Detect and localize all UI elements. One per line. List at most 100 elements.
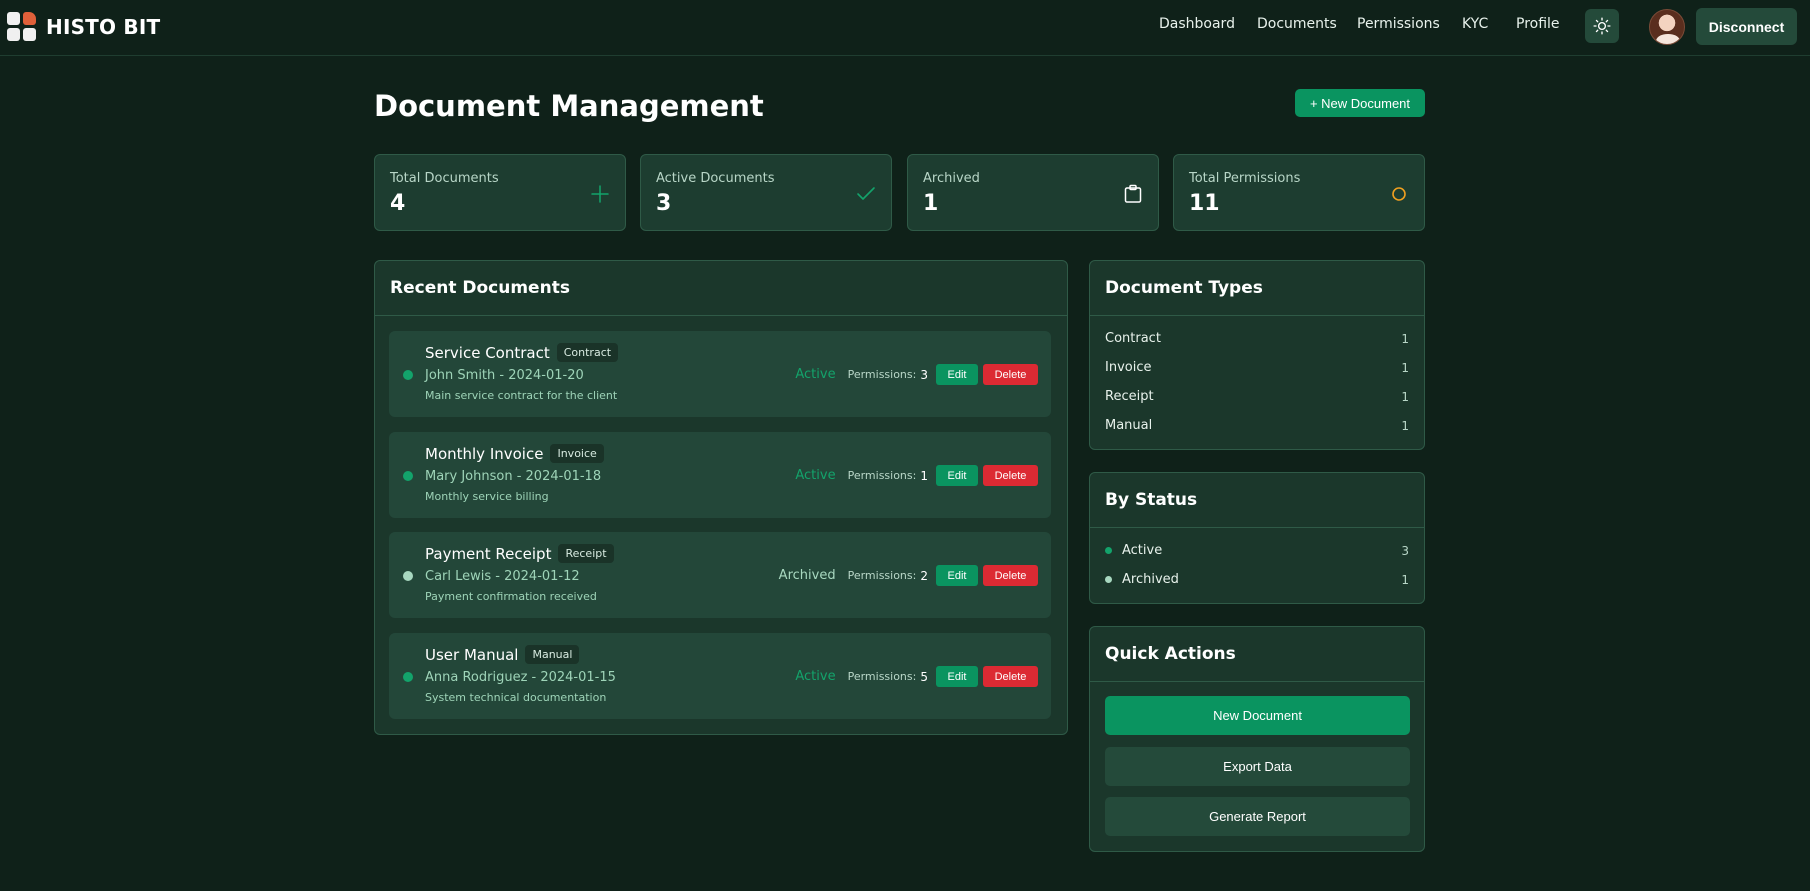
list-item: Active 3 [1105, 543, 1409, 558]
type-label: Invoice [1105, 360, 1152, 375]
stat-value: 11 [1189, 191, 1220, 216]
nav-dashboard[interactable]: Dashboard [1159, 16, 1235, 32]
circle-icon [1388, 183, 1410, 205]
logo-icon [7, 12, 37, 42]
list-item: Receipt 1 [1105, 389, 1409, 404]
stat-active-documents: Active Documents 3 [640, 154, 892, 231]
edit-button[interactable]: Edit [936, 565, 978, 586]
status-label: Active [795, 669, 836, 684]
type-label: Manual [1105, 418, 1153, 433]
status-label: Active [795, 468, 836, 483]
top-navbar: HISTO BIT Dashboard Documents Permission… [0, 0, 1810, 56]
delete-button[interactable]: Delete [983, 565, 1038, 586]
permissions-label: Permissions: [847, 368, 917, 381]
generate-report-button[interactable]: Generate Report [1105, 797, 1410, 836]
theme-toggle-button[interactable] [1585, 9, 1619, 43]
panel-title: Recent Documents [375, 261, 1067, 316]
document-meta: Anna Rodriguez - 2024-01-15 [425, 670, 616, 685]
status-label: Active [1122, 543, 1163, 558]
stat-value: 1 [923, 191, 939, 216]
status-count: 3 [1401, 543, 1409, 558]
document-type-tag: Contract [556, 343, 619, 362]
edit-button[interactable]: Edit [936, 666, 978, 687]
document-description: Main service contract for the client [425, 389, 618, 402]
type-count: 1 [1401, 389, 1409, 404]
page-title: Document Management [374, 89, 764, 123]
permissions-label: Permissions: [847, 670, 917, 683]
nav-profile[interactable]: Profile [1516, 16, 1560, 32]
stat-label: Active Documents [656, 171, 775, 186]
document-types-panel: Document Types Contract 1 Invoice 1 Rece… [1089, 260, 1425, 450]
stat-label: Total Documents [390, 171, 499, 186]
document-description: System technical documentation [425, 691, 607, 704]
app-name: HISTO BIT [46, 15, 161, 39]
document-item[interactable]: User Manual Manual Anna Rodriguez - 2024… [389, 633, 1051, 719]
list-item: Contract 1 [1105, 331, 1409, 346]
status-dot [1105, 576, 1112, 583]
permissions-count: 2 [920, 568, 928, 583]
document-meta: Mary Johnson - 2024-01-18 [425, 469, 602, 484]
by-status-panel: By Status Active 3 Archived 1 [1089, 472, 1425, 604]
nav-kyc[interactable]: KYC [1462, 16, 1488, 32]
document-item[interactable]: Monthly Invoice Invoice Mary Johnson - 2… [389, 432, 1051, 518]
permissions-count: 1 [920, 468, 928, 483]
quick-new-document-button[interactable]: New Document [1105, 696, 1410, 735]
permissions-count: 5 [920, 669, 928, 684]
stat-total-permissions: Total Permissions 11 [1173, 154, 1425, 231]
document-title: User Manual [425, 645, 519, 664]
panel-title: Quick Actions [1090, 627, 1424, 682]
permissions-count: 3 [920, 367, 928, 382]
export-data-button[interactable]: Export Data [1105, 747, 1410, 786]
permissions-label: Permissions: [847, 469, 917, 482]
stat-value: 3 [656, 191, 672, 216]
document-item[interactable]: Service Contract Contract John Smith - 2… [389, 331, 1051, 417]
type-label: Receipt [1105, 389, 1154, 404]
list-item: Archived 1 [1105, 572, 1409, 587]
avatar[interactable] [1649, 9, 1685, 45]
sun-icon [1593, 17, 1611, 35]
status-label: Archived [1122, 572, 1179, 587]
stat-archived: Archived 1 [907, 154, 1159, 231]
status-dot [403, 571, 413, 581]
delete-button[interactable]: Delete [983, 465, 1038, 486]
type-count: 1 [1401, 360, 1409, 375]
status-dot [403, 370, 413, 380]
stat-value: 4 [390, 191, 406, 216]
status-dot [403, 672, 413, 682]
document-type-tag: Invoice [550, 444, 604, 463]
document-title: Monthly Invoice [425, 444, 544, 463]
status-label: Archived [778, 568, 836, 583]
document-meta: Carl Lewis - 2024-01-12 [425, 569, 580, 584]
document-description: Monthly service billing [425, 490, 549, 503]
stat-total-documents: Total Documents 4 [374, 154, 626, 231]
delete-button[interactable]: Delete [983, 666, 1038, 687]
status-count: 1 [1401, 572, 1409, 587]
stat-label: Archived [923, 171, 980, 186]
status-label: Active [795, 367, 836, 382]
check-icon [855, 183, 877, 205]
nav-documents[interactable]: Documents [1257, 16, 1337, 32]
stat-label: Total Permissions [1189, 171, 1301, 186]
list-item: Manual 1 [1105, 418, 1409, 433]
recent-documents-panel: Recent Documents Service Contract Contra… [374, 260, 1068, 735]
document-type-tag: Receipt [558, 544, 614, 563]
logo[interactable]: HISTO BIT [7, 12, 160, 42]
quick-actions-panel: Quick Actions New Document Export Data G… [1089, 626, 1425, 852]
document-meta: John Smith - 2024-01-20 [425, 368, 584, 383]
document-type-tag: Manual [525, 645, 580, 664]
panel-title: By Status [1090, 473, 1424, 528]
document-item[interactable]: Payment Receipt Receipt Carl Lewis - 202… [389, 532, 1051, 618]
plus-icon [589, 183, 611, 205]
document-title: Service Contract [425, 343, 550, 362]
status-dot [1105, 547, 1112, 554]
edit-button[interactable]: Edit [936, 364, 978, 385]
delete-button[interactable]: Delete [983, 364, 1038, 385]
edit-button[interactable]: Edit [936, 465, 978, 486]
new-document-button[interactable]: + New Document [1295, 89, 1425, 117]
permissions-label: Permissions: [847, 569, 917, 582]
document-title: Payment Receipt [425, 544, 552, 563]
nav-permissions[interactable]: Permissions [1357, 16, 1440, 32]
disconnect-button[interactable]: Disconnect [1696, 8, 1797, 45]
document-description: Payment confirmation received [425, 590, 597, 603]
clipboard-icon [1122, 183, 1144, 205]
